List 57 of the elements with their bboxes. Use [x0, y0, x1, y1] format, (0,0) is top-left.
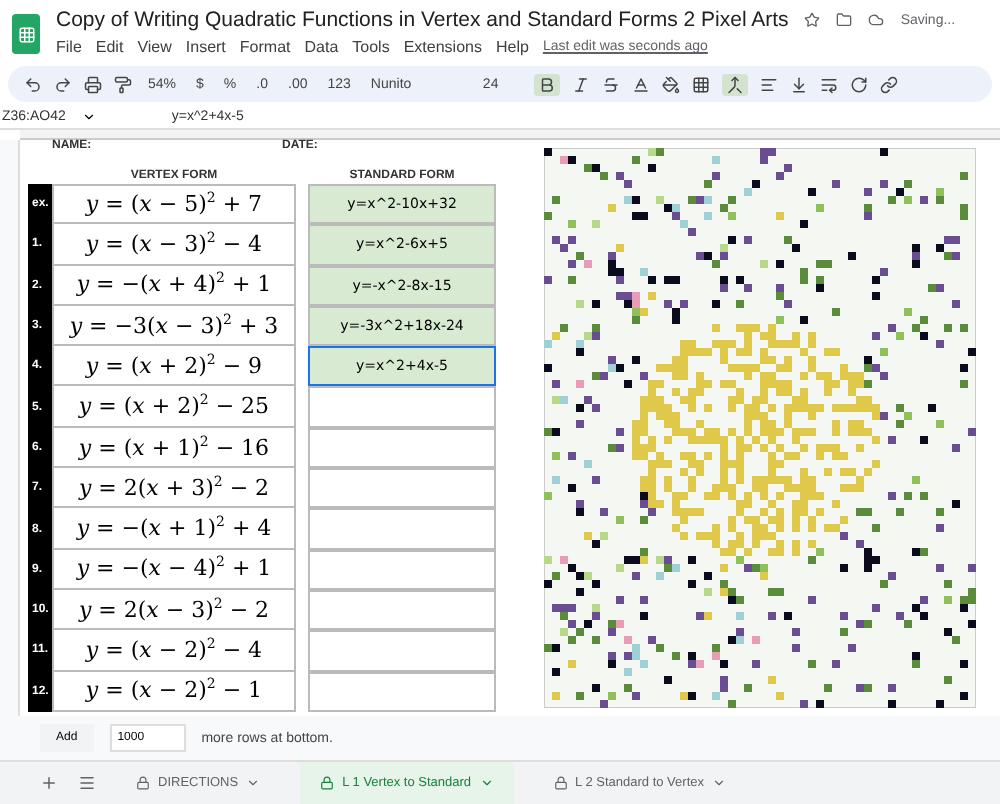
borders-icon[interactable] — [692, 75, 711, 93]
answer-cell[interactable] — [308, 671, 496, 712]
paint-format-icon[interactable] — [114, 75, 132, 93]
menu-item[interactable]: Extensions — [403, 38, 482, 56]
answer-cell[interactable] — [308, 427, 496, 469]
equation-cell: y = (x + 2)$^{2}$ − 25 — [52, 386, 296, 428]
add-sheet-icon[interactable] — [40, 774, 58, 792]
print-icon[interactable] — [84, 75, 102, 93]
equation-cell: y = −(x − 4)$^{2}$ + 1 — [52, 549, 296, 590]
text-color-icon[interactable] — [632, 75, 651, 93]
menu-item[interactable]: Format — [239, 38, 291, 56]
equation-cell: y = (x + 2)$^{2}$ − 9 — [52, 346, 296, 387]
merge-button[interactable] — [722, 73, 749, 95]
menu-item[interactable]: Edit — [95, 38, 124, 56]
equation-cell: y = (x − 2)$^{2}$ − 1 — [52, 671, 296, 712]
answer-cell[interactable] — [308, 468, 496, 509]
equation-cell: y = (x − 5)$^{2}$ + 7 — [52, 184, 296, 225]
answer-cell[interactable] — [308, 386, 496, 428]
star-icon[interactable] — [804, 12, 821, 28]
wrap-icon[interactable] — [820, 75, 839, 93]
equation-cell: y = −(x + 1)$^{2}$ + 4 — [52, 508, 296, 550]
cloud-icon — [868, 12, 885, 28]
undo-icon[interactable] — [24, 75, 42, 93]
menu-item[interactable]: File — [56, 38, 82, 56]
equation-cell: y = −(x + 4)$^{2}$ + 1 — [52, 265, 296, 306]
folder-icon[interactable] — [836, 12, 853, 28]
menu-item[interactable]: Insert — [185, 38, 226, 56]
equation-cell: y = −3(x − 3)$^{2}$ + 3 — [52, 305, 296, 347]
rotate-icon[interactable] — [850, 75, 869, 93]
equation-cell: y = 2(x + 3)$^{2}$ − 2 — [52, 468, 296, 509]
menu-item[interactable]: Tools — [352, 38, 390, 56]
vertical-align-icon[interactable] — [790, 75, 809, 93]
answer-cell[interactable] — [308, 630, 496, 672]
equation-cell: y = (x + 1)$^{2}$ − 16 — [52, 427, 296, 469]
lock-icon — [553, 776, 568, 790]
lock-icon — [136, 776, 150, 790]
lock-icon — [320, 776, 335, 790]
caret-icon[interactable] — [81, 109, 96, 123]
equation-cell: y = (x − 2)$^{2}$ − 4 — [52, 630, 296, 672]
bold-button[interactable] — [534, 73, 561, 95]
strikethrough-icon[interactable] — [602, 75, 621, 93]
italic-icon[interactable] — [572, 75, 591, 93]
menu-item[interactable]: Data — [304, 38, 339, 56]
equation-cell: y = 2(x − 3)$^{2}$ − 2 — [52, 589, 296, 631]
equation-cell: y = (x − 3)$^{2}$ − 4 — [52, 224, 296, 266]
redo-icon[interactable] — [54, 75, 72, 93]
answer-cell[interactable] — [308, 549, 496, 590]
answer-cell[interactable] — [308, 508, 496, 550]
sheets-logo-icon[interactable] — [12, 14, 40, 54]
fill-color-icon[interactable] — [662, 75, 681, 93]
link-icon[interactable] — [880, 75, 899, 93]
menu-item[interactable]: View — [137, 38, 172, 56]
align-icon[interactable] — [760, 75, 779, 93]
all-sheets-icon[interactable] — [78, 774, 96, 792]
document-title[interactable]: Copy of Writing Quadratic Functions in Vertex and Standard Forms 2 Pixel Arts — [56, 8, 789, 32]
answer-cell[interactable] — [308, 589, 496, 631]
menu-item[interactable]: Help — [495, 38, 529, 56]
